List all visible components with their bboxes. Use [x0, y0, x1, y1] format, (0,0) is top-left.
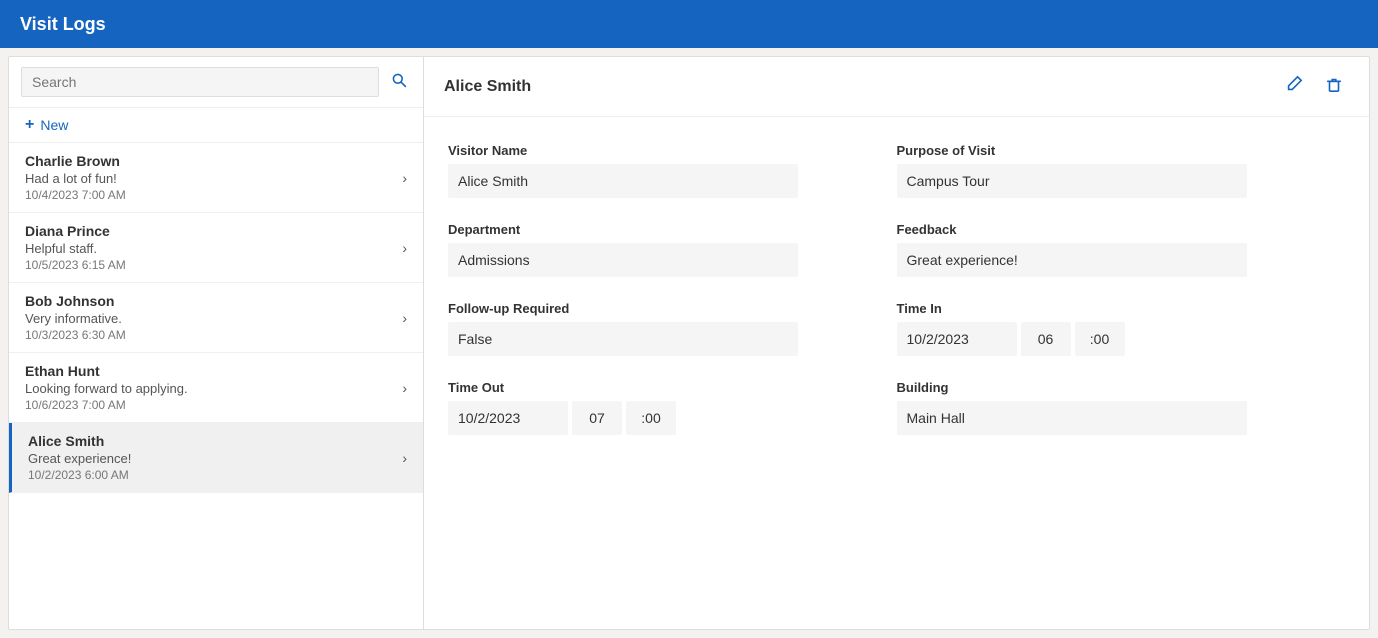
list-item-date: 10/5/2023 6:15 AM: [25, 258, 402, 272]
time-in-hour: 06: [1021, 322, 1071, 356]
detail-title: Alice Smith: [444, 78, 531, 96]
followup-group: Follow-up Required False: [448, 291, 897, 370]
list-item[interactable]: Charlie Brown Had a lot of fun! 10/4/202…: [9, 143, 423, 213]
time-out-date: 10/2/2023: [448, 401, 568, 435]
list-item-date: 10/2/2023 6:00 AM: [28, 468, 402, 482]
visit-list: Charlie Brown Had a lot of fun! 10/4/202…: [9, 143, 423, 629]
chevron-right-icon: ›: [402, 170, 407, 186]
list-item-date: 10/6/2023 7:00 AM: [25, 398, 402, 412]
list-item-content: Alice Smith Great experience! 10/2/2023 …: [28, 433, 402, 482]
app-title: Visit Logs: [20, 14, 106, 35]
chevron-right-icon: ›: [402, 450, 407, 466]
list-item[interactable]: Diana Prince Helpful staff. 10/5/2023 6:…: [9, 213, 423, 283]
time-out-min: :00: [626, 401, 676, 435]
app-container: Visit Logs + New: [0, 0, 1378, 638]
chevron-right-icon: ›: [402, 310, 407, 326]
department-group: Department Admissions: [448, 212, 897, 291]
department-label: Department: [448, 222, 887, 237]
detail-header: Alice Smith: [424, 57, 1369, 117]
time-in-min: :00: [1075, 322, 1125, 356]
edit-button[interactable]: [1279, 71, 1309, 102]
visitor-name-label: Visitor Name: [448, 143, 887, 158]
list-item[interactable]: Alice Smith Great experience! 10/2/2023 …: [9, 423, 423, 493]
list-item-feedback: Looking forward to applying.: [25, 381, 402, 396]
list-item-feedback: Great experience!: [28, 451, 402, 466]
fields-grid: Visitor Name Alice Smith Purpose of Visi…: [448, 133, 1345, 449]
department-value: Admissions: [448, 243, 798, 277]
list-item-name: Diana Prince: [25, 223, 402, 239]
left-panel: + New Charlie Brown Had a lot of fun! 10…: [9, 57, 424, 629]
list-item-name: Ethan Hunt: [25, 363, 402, 379]
list-item[interactable]: Bob Johnson Very informative. 10/3/2023 …: [9, 283, 423, 353]
search-bar: [9, 57, 423, 108]
feedback-group: Feedback Great experience!: [897, 212, 1346, 291]
time-in-label: Time In: [897, 301, 1336, 316]
purpose-label: Purpose of Visit: [897, 143, 1336, 158]
purpose-group: Purpose of Visit Campus Tour: [897, 133, 1346, 212]
building-group: Building Main Hall: [897, 370, 1346, 449]
list-item-content: Charlie Brown Had a lot of fun! 10/4/202…: [25, 153, 402, 202]
time-out-label: Time Out: [448, 380, 887, 395]
trash-icon: [1325, 75, 1343, 93]
list-item-feedback: Very informative.: [25, 311, 402, 326]
list-item-content: Bob Johnson Very informative. 10/3/2023 …: [25, 293, 402, 342]
followup-label: Follow-up Required: [448, 301, 887, 316]
new-button-label: New: [40, 117, 68, 133]
feedback-value: Great experience!: [897, 243, 1247, 277]
time-out-row: 10/2/2023 07 :00: [448, 401, 887, 435]
list-item-feedback: Helpful staff.: [25, 241, 402, 256]
list-item-name: Charlie Brown: [25, 153, 402, 169]
right-panel: Alice Smith: [424, 57, 1369, 629]
list-item[interactable]: Ethan Hunt Looking forward to applying. …: [9, 353, 423, 423]
purpose-value: Campus Tour: [897, 164, 1247, 198]
header: Visit Logs: [0, 0, 1378, 48]
list-item-content: Diana Prince Helpful staff. 10/5/2023 6:…: [25, 223, 402, 272]
list-item-date: 10/4/2023 7:00 AM: [25, 188, 402, 202]
main-content: + New Charlie Brown Had a lot of fun! 10…: [8, 56, 1370, 630]
building-label: Building: [897, 380, 1336, 395]
list-item-date: 10/3/2023 6:30 AM: [25, 328, 402, 342]
time-out-group: Time Out 10/2/2023 07 :00: [448, 370, 897, 449]
detail-body: Visitor Name Alice Smith Purpose of Visi…: [424, 117, 1369, 629]
time-in-group: Time In 10/2/2023 06 :00: [897, 291, 1346, 370]
followup-value: False: [448, 322, 798, 356]
list-item-feedback: Had a lot of fun!: [25, 171, 402, 186]
detail-actions: [1279, 71, 1349, 102]
time-in-date: 10/2/2023: [897, 322, 1017, 356]
edit-icon: [1285, 75, 1303, 93]
time-in-row: 10/2/2023 06 :00: [897, 322, 1336, 356]
search-button[interactable]: [387, 68, 411, 97]
building-value: Main Hall: [897, 401, 1247, 435]
feedback-label: Feedback: [897, 222, 1336, 237]
new-button[interactable]: + New: [9, 108, 423, 143]
list-item-content: Ethan Hunt Looking forward to applying. …: [25, 363, 402, 412]
delete-button[interactable]: [1319, 71, 1349, 102]
chevron-right-icon: ›: [402, 380, 407, 396]
visitor-name-value: Alice Smith: [448, 164, 798, 198]
list-item-name: Bob Johnson: [25, 293, 402, 309]
chevron-right-icon: ›: [402, 240, 407, 256]
plus-icon: +: [25, 116, 34, 134]
list-item-name: Alice Smith: [28, 433, 402, 449]
search-icon: [391, 72, 407, 88]
time-out-hour: 07: [572, 401, 622, 435]
search-input[interactable]: [21, 67, 379, 97]
visitor-name-group: Visitor Name Alice Smith: [448, 133, 897, 212]
